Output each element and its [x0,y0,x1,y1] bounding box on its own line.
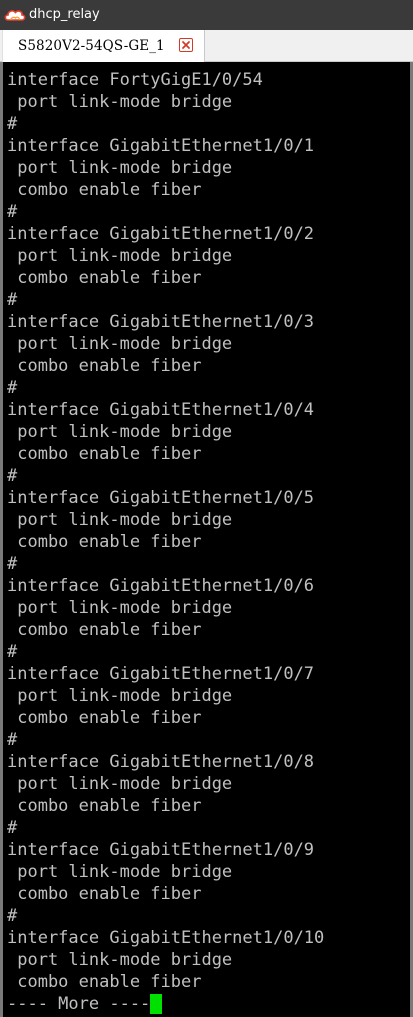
tab-label: S5820V2-54QS-GE_1 [18,38,165,54]
terminal-line: # [7,290,18,310]
terminal-line: combo enable fiber [7,972,202,992]
terminal-line: interface GigabitEthernet1/0/6 [7,576,315,596]
title-bar: dhcp_relay [0,0,413,30]
terminal-line: port link-mode bridge [7,422,233,442]
terminal-line: port link-mode bridge [7,950,233,970]
terminal-line: port link-mode bridge [7,862,233,882]
terminal-line: # [7,378,18,398]
terminal-line: # [7,642,18,662]
terminal-line: port link-mode bridge [7,92,233,112]
terminal-line: interface GigabitEthernet1/0/2 [7,224,315,244]
terminal-line: port link-mode bridge [7,598,233,618]
terminal-line: combo enable fiber [7,180,202,200]
terminal-line: port link-mode bridge [7,334,233,354]
more-prompt: ---- More ---- [7,994,151,1014]
terminal-line: combo enable fiber [7,532,202,552]
terminal-line: port link-mode bridge [7,246,233,266]
terminal-line: interface GigabitEthernet1/0/7 [7,664,315,684]
tab-bar: S5820V2-54QS-GE_1 [0,30,413,62]
tab-session[interactable]: S5820V2-54QS-GE_1 [2,30,205,62]
terminal-line: interface GigabitEthernet1/0/5 [7,488,315,508]
terminal-line: combo enable fiber [7,884,202,904]
terminal-line: interface FortyGigE1/0/54 [7,70,263,90]
terminal-line: port link-mode bridge [7,686,233,706]
terminal-line: combo enable fiber [7,620,202,640]
terminal-line: port link-mode bridge [7,774,233,794]
cloud-logo-icon [2,7,28,23]
terminal-line: # [7,818,18,838]
terminal-line: # [7,466,18,486]
terminal-line: interface GigabitEthernet1/0/1 [7,136,315,156]
window-title: dhcp_relay [29,7,100,22]
terminal-line: combo enable fiber [7,796,202,816]
terminal-line: interface GigabitEthernet1/0/10 [7,928,325,948]
terminal-line: combo enable fiber [7,268,202,288]
terminal-line: # [7,114,18,134]
terminal-line: combo enable fiber [7,444,202,464]
terminal-line: interface GigabitEthernet1/0/9 [7,840,315,860]
terminal-line: combo enable fiber [7,356,202,376]
more-prompt-line: ---- More ---- [7,993,324,1015]
terminal-line: # [7,906,18,926]
terminal-output[interactable]: interface FortyGigE1/0/54 port link-mode… [0,62,413,1017]
terminal-line: interface GigabitEthernet1/0/8 [7,752,315,772]
close-icon[interactable] [179,38,193,52]
terminal-line: # [7,554,18,574]
terminal-line: # [7,202,18,222]
terminal-line: # [7,730,18,750]
terminal-lines: interface FortyGigE1/0/54 port link-mode… [7,69,324,1015]
terminal-line: combo enable fiber [7,708,202,728]
terminal-window: dhcp_relay S5820V2-54QS-GE_1 interface F… [0,0,413,1017]
terminal-line: interface GigabitEthernet1/0/4 [7,400,315,420]
terminal-line: port link-mode bridge [7,158,233,178]
terminal-line: interface GigabitEthernet1/0/3 [7,312,315,332]
terminal-line: port link-mode bridge [7,510,233,530]
cursor-block [150,994,163,1014]
